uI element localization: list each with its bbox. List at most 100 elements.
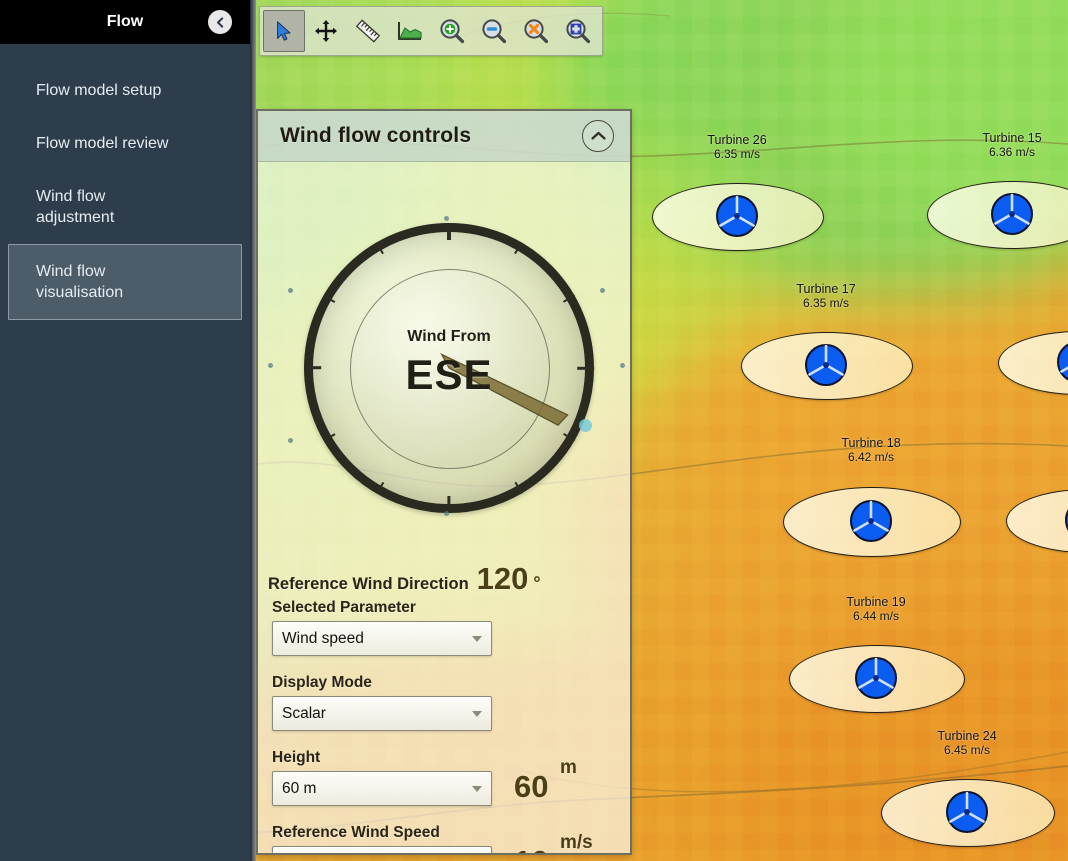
turbine-speed-value: 6.44 m/s [852, 608, 900, 623]
zoom-extent-tool-button[interactable] [557, 10, 599, 52]
turbine-name: Turbine 26 [707, 133, 767, 147]
wind-flow-controls-panel: Wind flow controls Wind From ESE Referen… [256, 109, 632, 855]
turbine-marker[interactable]: Turbine 15 6.36 m/s [927, 131, 1068, 249]
sidebar: Flow Flow model setup Flow model review Wi… [0, 0, 250, 861]
turbine-rotor [990, 192, 1034, 241]
turbine-rotor [854, 656, 898, 705]
dial-drag-handle[interactable] [579, 419, 592, 432]
sidebar-collapse-button[interactable] [208, 10, 232, 34]
reference-wind-speed-select[interactable]: 10 m/s [272, 846, 492, 853]
turbine-label: Turbine 17 6.35 m/s [796, 282, 856, 310]
turbine-name: Turbine 15 [982, 131, 1042, 145]
turbine-speed-value: 6.35 m/s [713, 146, 761, 161]
sidebar-item-label: Wind flow visualisation [36, 263, 124, 301]
reference-wind-speed-big-value: 10 [514, 844, 548, 853]
sidebar-item-2[interactable]: Wind flow adjustment [8, 170, 242, 244]
turbine-label: Turbine 19 6.44 m/s [846, 595, 906, 623]
turbine-speed-value: 6.45 m/s [943, 742, 991, 757]
field-selected-parameter: Selected Parameter Wind speed [272, 599, 620, 656]
dial-grid-dot [444, 511, 449, 516]
chevron-down-icon [472, 785, 482, 792]
turbine-name: Turbine 17 [796, 282, 856, 296]
app-root: Turbine 26 6.35 m/s Turbine 15 6.36 m/s Turb… [0, 0, 1068, 861]
turbine-marker[interactable]: Turbine 24 6.45 m/s [881, 729, 1055, 847]
reference-wind-direction-row: Reference Wind Direction 120 ° [266, 561, 630, 596]
chevron-left-icon [216, 16, 223, 28]
measure-tool-button[interactable] [347, 10, 389, 52]
height-big-unit: m [560, 757, 577, 778]
profile-tool-button[interactable] [389, 10, 431, 52]
reference-wind-direction-value: 120 [476, 561, 529, 596]
turbine-marker[interactable]: Turbine 19 6.44 m/s [789, 595, 965, 713]
reference-wind-direction-label: Reference Wind Direction [268, 575, 469, 593]
dial-grid-dot [444, 216, 449, 221]
magnifier-cross-icon [524, 19, 549, 44]
turbine-marker[interactable]: Turbine 26 6.35 m/s [652, 133, 824, 251]
turbine-marker[interactable] [998, 331, 1068, 395]
sidebar-item-label: Flow model setup [36, 82, 162, 99]
turbine-marker[interactable] [1006, 489, 1068, 553]
selected-parameter-label: Selected Parameter [272, 599, 416, 616]
reference-wind-direction-unit: ° [533, 573, 541, 593]
height-selected-value: 60 m [282, 779, 317, 797]
turbine-name: Turbine 18 [841, 436, 901, 450]
panel-collapse-button[interactable] [582, 120, 614, 152]
display-mode-label: Display Mode [272, 674, 372, 691]
turbine-rotor-icon [850, 500, 892, 542]
panel-header: Wind flow controls [258, 111, 630, 162]
dial-grid-dot [288, 438, 293, 443]
zoom-in-tool-button[interactable] [431, 10, 473, 52]
dial-grid-dot [600, 288, 605, 293]
display-mode-selected-value: Scalar [282, 704, 326, 722]
turbine-speed-value: 6.36 m/s [988, 144, 1036, 159]
sidebar-item-1[interactable]: Flow model review [8, 117, 242, 170]
turbine-rotor-icon [805, 344, 847, 386]
pan-tool-button[interactable] [305, 10, 347, 52]
turbine-rotor-icon [946, 791, 988, 833]
ruler-icon [355, 19, 381, 43]
dial-caption: Wind From [407, 328, 491, 345]
turbine-rotor [849, 499, 893, 548]
sidebar-nav-list: Flow model setup Flow model review Wind fl… [0, 44, 250, 320]
turbine-rotor-icon [716, 195, 758, 237]
wind-direction-dial[interactable]: Wind From ESE [268, 216, 625, 516]
turbine-rotor [1064, 498, 1068, 547]
turbine-marker[interactable]: Turbine 17 6.35 m/s [741, 282, 913, 400]
turbine-rotor [804, 343, 848, 392]
magnifier-minus-icon [482, 19, 507, 44]
turbine-rotor-icon [991, 193, 1033, 235]
chevron-down-icon [472, 635, 482, 642]
zoom-reset-tool-button[interactable] [515, 10, 557, 52]
turbine-label: Turbine 26 6.35 m/s [707, 133, 767, 161]
turbine-rotor [715, 194, 759, 243]
zoom-out-tool-button[interactable] [473, 10, 515, 52]
turbine-speed-value: 6.35 m/s [802, 295, 850, 310]
magnifier-plus-icon [440, 19, 465, 44]
cursor-arrow-icon [277, 21, 291, 41]
dial-grid-dot [620, 363, 625, 368]
panel-body: Wind From ESE Reference Wind Direction 1… [258, 161, 630, 853]
sidebar-item-0[interactable]: Flow model setup [8, 64, 242, 117]
map-toolbar [259, 6, 603, 56]
selected-parameter-selected-value: Wind speed [282, 629, 364, 647]
turbine-rotor-icon [1065, 509, 1068, 531]
dial-grid-dot [268, 363, 273, 368]
sidebar-item-3[interactable]: Wind flow visualisation [8, 244, 242, 320]
turbine-name: Turbine 19 [846, 595, 906, 609]
turbine-rotor [945, 790, 989, 839]
turbine-label: Turbine 24 6.45 m/s [937, 729, 996, 757]
turbine-rotor [1056, 340, 1068, 389]
magnifier-extent-icon [566, 19, 591, 44]
height-select[interactable]: 60 m [272, 771, 492, 806]
field-reference-wind-speed: Reference Wind Speed10 m/s10m/s [272, 824, 620, 853]
sidebar-title: Flow [106, 13, 144, 30]
line-chart-icon [398, 22, 422, 40]
reference-wind-speed-big-unit: m/s [560, 832, 593, 853]
turbine-influence-ellipse [1006, 489, 1068, 553]
turbine-marker[interactable]: Turbine 18 6.42 m/s [783, 436, 961, 557]
select-tool-button[interactable] [263, 10, 305, 52]
display-mode-select[interactable]: Scalar [272, 696, 492, 731]
field-display-mode: Display Mode Scalar [272, 674, 620, 731]
selected-parameter-select[interactable]: Wind speed [272, 621, 492, 656]
panel-title: Wind flow controls [280, 124, 472, 147]
